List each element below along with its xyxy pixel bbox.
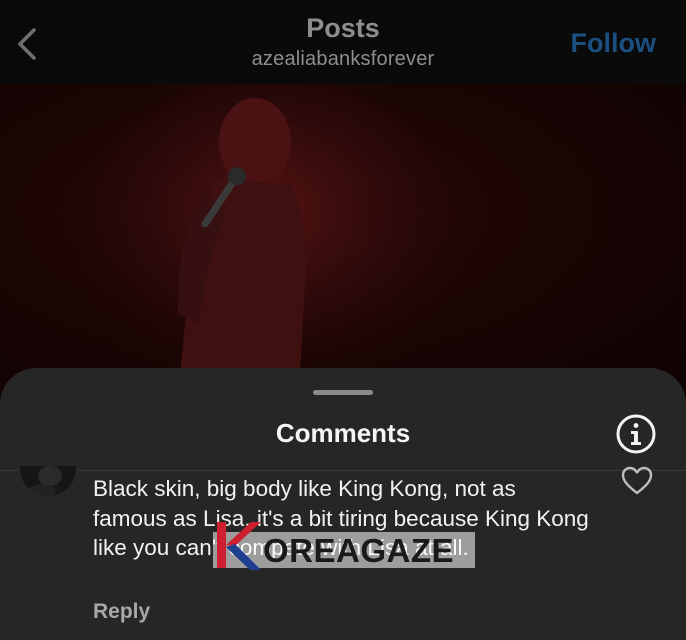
app-screen: Posts azealiabanksforever Follow Comment…	[0, 0, 686, 640]
follow-button[interactable]: Follow	[571, 28, 656, 59]
watermark-text: OREAGAZE	[263, 532, 455, 569]
watermark: OREAGAZE	[213, 518, 475, 574]
top-bar: Posts azealiabanksforever Follow	[0, 0, 686, 84]
avatar[interactable]	[20, 466, 76, 496]
post-photo[interactable]	[0, 84, 686, 404]
sheet-divider	[0, 470, 686, 471]
watermark-logo-icon	[217, 522, 261, 570]
heart-outline-icon[interactable]	[620, 466, 654, 496]
comments-title: Comments	[275, 418, 411, 448]
comments-sheet: Comments Black skin, big body like King …	[0, 368, 686, 640]
info-icon[interactable]	[614, 412, 658, 456]
sheet-grabber[interactable]	[313, 390, 373, 395]
performer-photo	[80, 84, 460, 404]
reply-button[interactable]: Reply	[93, 600, 150, 624]
